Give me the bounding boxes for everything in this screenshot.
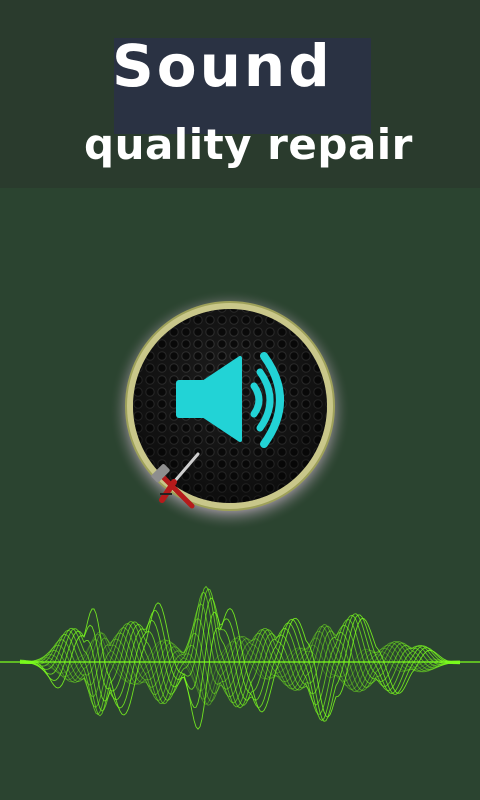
speaker-repair-icon[interactable] xyxy=(108,290,352,530)
sound-waveform xyxy=(0,552,480,752)
app-subtitle: quality repair xyxy=(84,120,413,169)
speaker-repair-graphic xyxy=(110,290,350,530)
app-title: Sound xyxy=(112,32,333,100)
waveform-strand xyxy=(19,631,461,706)
waveform-graphic xyxy=(0,585,480,730)
